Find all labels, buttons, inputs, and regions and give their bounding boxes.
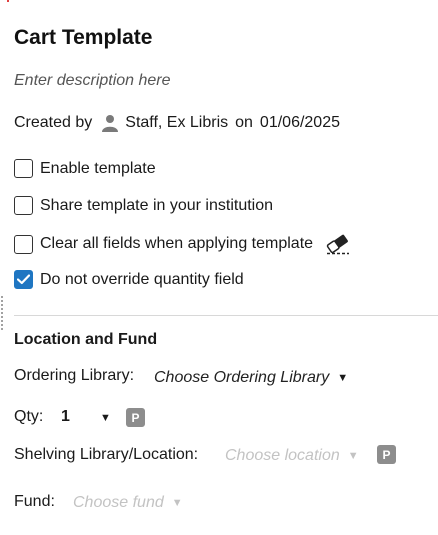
caret-down-icon: ▼ xyxy=(337,372,349,384)
created-by-label: Created by xyxy=(14,114,93,131)
section-divider xyxy=(14,315,438,316)
ordering-library-value: Choose Ordering Library xyxy=(154,369,330,386)
shelving-location-select[interactable]: Choose location ▼ xyxy=(225,447,359,465)
caret-down-icon: ▼ xyxy=(171,497,183,509)
enable-template-option[interactable]: Enable template xyxy=(14,159,156,178)
ordering-library-label: Ordering Library: xyxy=(14,367,135,384)
fund-placeholder: Choose fund xyxy=(73,494,164,511)
qty-select[interactable]: 1 xyxy=(61,408,70,426)
share-template-label: Share template in your institution xyxy=(40,196,274,214)
no-override-qty-label: Do not override quantity field xyxy=(40,270,244,288)
location-fund-heading: Location and Fund xyxy=(14,331,158,348)
fund-label: Fund: xyxy=(14,493,55,510)
page-title: Cart Template xyxy=(14,26,153,49)
created-date: 01/06/2025 xyxy=(259,114,340,131)
share-template-option[interactable]: Share template in your institution xyxy=(14,196,273,215)
caret-down-icon: ▼ xyxy=(347,450,359,462)
cart-template-panel: Cart Template Enter description here Cre… xyxy=(0,0,438,535)
eraser-icon[interactable] xyxy=(325,233,351,255)
shelving-location-label: Shelving Library/Location: xyxy=(14,446,199,463)
resize-grip[interactable] xyxy=(0,295,4,331)
ordering-library-select[interactable]: Choose Ordering Library ▼ xyxy=(154,369,348,387)
shelving-p-badge[interactable]: P xyxy=(377,445,396,464)
qty-p-badge[interactable]: P xyxy=(126,408,145,427)
person-icon xyxy=(102,114,119,132)
enable-template-checkbox[interactable] xyxy=(14,159,33,178)
clear-fields-label: Clear all fields when applying template xyxy=(40,235,314,252)
fund-select[interactable]: Choose fund ▼ xyxy=(73,494,183,512)
created-by-line: Created by Staff, Ex Libris on 01/06/202… xyxy=(14,114,340,132)
edge-mark xyxy=(7,0,9,2)
clear-fields-option[interactable]: Clear all fields when applying template xyxy=(14,233,351,255)
no-override-qty-checkbox[interactable] xyxy=(14,270,33,289)
enable-template-label: Enable template xyxy=(40,159,156,177)
clear-fields-checkbox[interactable] xyxy=(14,234,33,254)
on-label: on xyxy=(235,114,253,131)
qty-label: Qty: xyxy=(14,408,44,425)
created-by-user: Staff, Ex Libris xyxy=(125,114,229,131)
no-override-qty-option[interactable]: Do not override quantity field xyxy=(14,270,244,289)
shelving-location-placeholder: Choose location xyxy=(225,447,340,464)
share-template-checkbox[interactable] xyxy=(14,196,33,215)
caret-down-icon[interactable]: ▼ xyxy=(100,412,111,424)
description-field[interactable]: Enter description here xyxy=(14,72,171,90)
checkmark-icon xyxy=(17,274,30,285)
